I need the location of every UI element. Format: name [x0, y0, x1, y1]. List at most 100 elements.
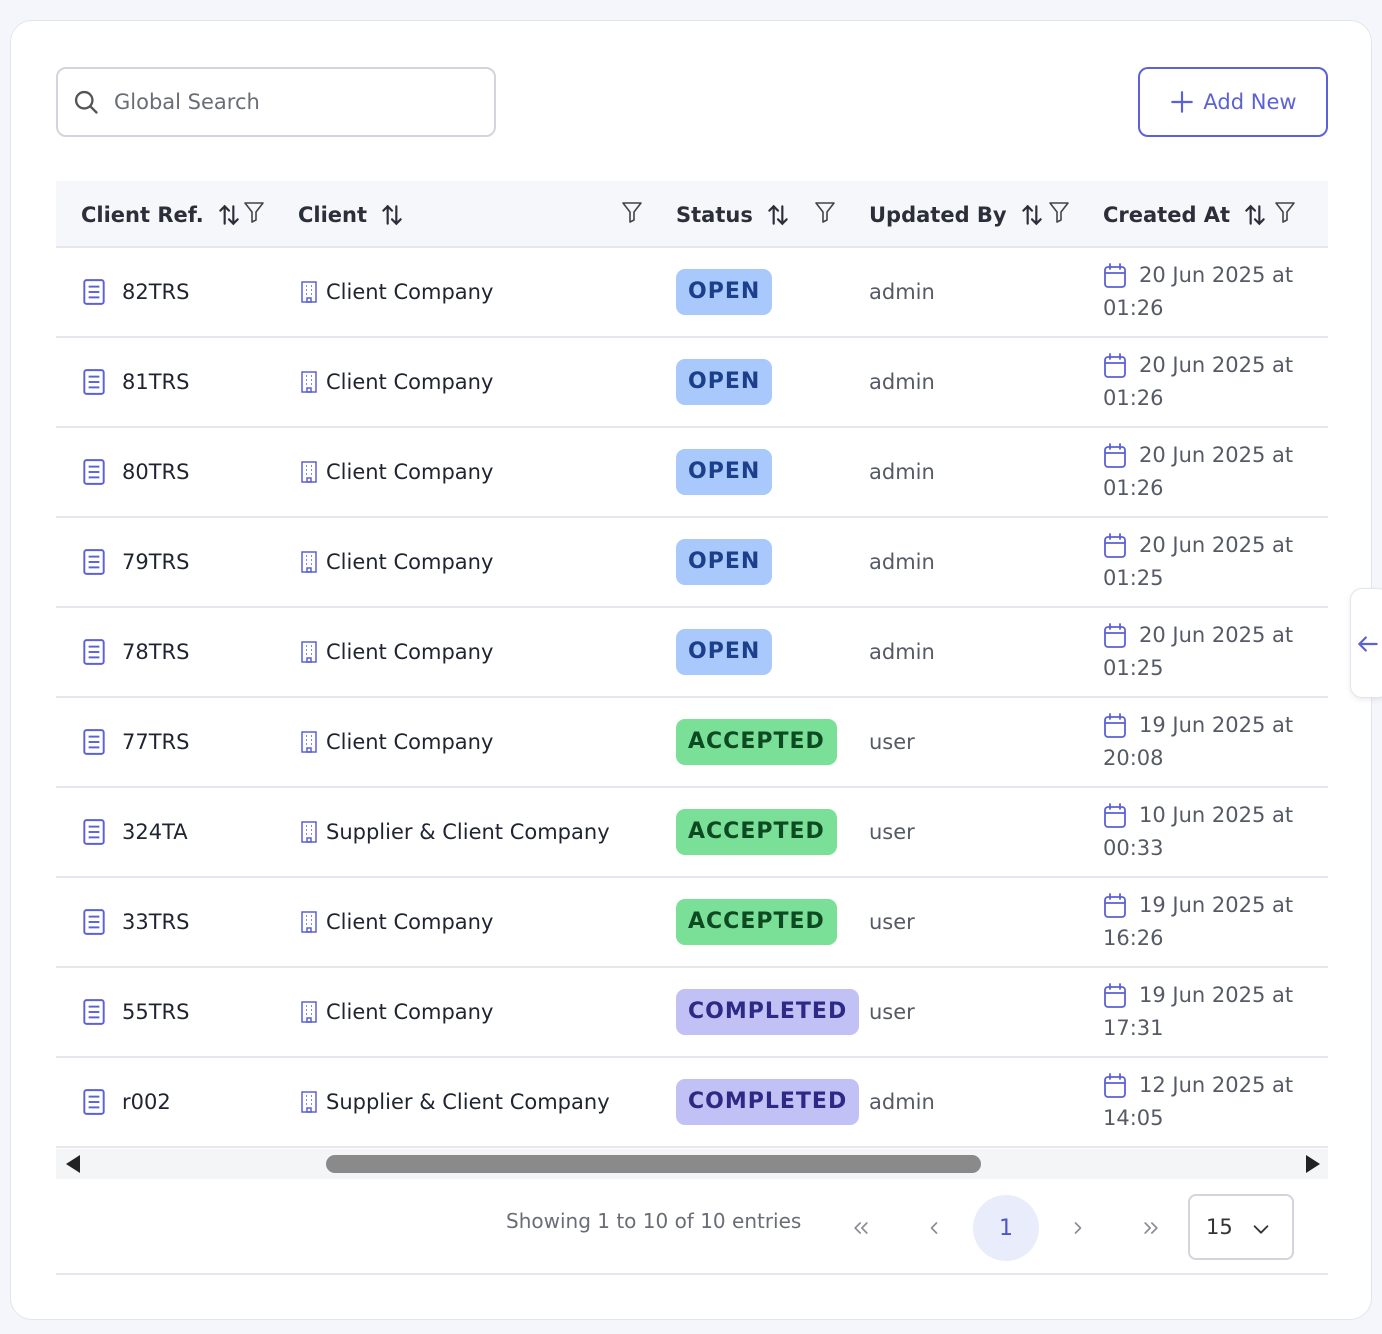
cell-client-ref: 79TRS — [81, 518, 189, 606]
column-header-status[interactable]: Status — [676, 181, 791, 248]
building-icon — [301, 461, 317, 483]
first-page-button[interactable] — [828, 1195, 894, 1261]
client-name-text: Supplier & Client Company — [326, 820, 610, 844]
cell-client: Client Company — [300, 878, 493, 966]
updated-by-text: user — [869, 1000, 915, 1024]
sort-icon[interactable] — [379, 202, 405, 228]
updated-by-text: admin — [869, 280, 935, 304]
side-panel-toggle[interactable] — [1350, 588, 1382, 698]
cell-client-ref: 78TRS — [81, 608, 189, 696]
table-row[interactable]: 78TRS Client Company OPEN admin 20 Jun 2025 … — [56, 608, 1328, 698]
scroll-right-arrow-icon[interactable] — [1306, 1155, 1320, 1173]
cell-client-ref: 81TRS — [81, 338, 189, 426]
column-header-client-ref[interactable]: Client Ref. — [81, 181, 242, 248]
created-date-text: 10 Jun 2025 at — [1139, 803, 1294, 827]
cell-status: OPEN — [676, 248, 773, 336]
column-label: Updated By — [869, 202, 1007, 227]
page-button-current[interactable]: 1 — [973, 1195, 1039, 1261]
filter-icon[interactable] — [813, 199, 837, 225]
client-name-text: Client Company — [326, 640, 494, 664]
cell-client: Supplier & Client Company — [300, 788, 610, 876]
next-page-button[interactable] — [1045, 1195, 1111, 1261]
building-icon — [301, 641, 317, 663]
sort-icon[interactable] — [1242, 202, 1268, 228]
filter-icon[interactable] — [1273, 199, 1297, 225]
filter-icon[interactable] — [242, 199, 266, 225]
last-page-button[interactable] — [1118, 1195, 1184, 1261]
cell-client-ref: 80TRS — [81, 428, 189, 516]
scrollbar-thumb[interactable] — [326, 1155, 981, 1173]
column-header-client[interactable]: Client — [298, 181, 405, 248]
created-date-line: 19 Jun 2025 at — [1103, 979, 1293, 1012]
data-table-card: Add New Client Ref. Client Status Update… — [10, 20, 1372, 1320]
building-icon — [301, 911, 317, 933]
status-badge: COMPLETED — [676, 989, 860, 1035]
table-row[interactable]: 81TRS Client Company OPEN admin 20 Jun 2025 … — [56, 338, 1328, 428]
cell-updated-by: admin — [869, 1058, 935, 1146]
cell-status: OPEN — [676, 608, 773, 696]
previous-page-button[interactable] — [901, 1195, 967, 1261]
cell-client-ref: 82TRS — [81, 248, 189, 336]
horizontal-scrollbar[interactable] — [56, 1149, 1328, 1179]
created-date-line: 19 Jun 2025 at — [1103, 889, 1293, 922]
cell-status: COMPLETED — [676, 1058, 860, 1146]
column-header-created-at[interactable]: Created At — [1103, 181, 1268, 248]
cell-status: OPEN — [676, 518, 773, 606]
column-label: Created At — [1103, 202, 1231, 227]
document-icon — [83, 819, 105, 845]
sort-icon[interactable] — [216, 202, 242, 228]
cell-created-at: 20 Jun 2025 at 01:25 — [1103, 518, 1293, 606]
filter-icon[interactable] — [620, 199, 644, 225]
rows-per-page-select[interactable]: 15 — [1188, 1194, 1294, 1260]
table-row[interactable]: 82TRS Client Company OPEN admin 20 Jun 2025 … — [56, 248, 1328, 338]
sort-icon[interactable] — [1019, 202, 1045, 228]
table-row[interactable]: 77TRS Client Company ACCEPTED user 19 Jun 20… — [56, 698, 1328, 788]
cell-updated-by: user — [869, 788, 915, 876]
sort-icon[interactable] — [765, 202, 791, 228]
search-icon — [74, 90, 98, 114]
filter-icon[interactable] — [1047, 199, 1071, 225]
created-date-line: 20 Jun 2025 at — [1103, 619, 1293, 652]
created-date-text: 19 Jun 2025 at — [1139, 713, 1294, 737]
created-time-text: 01:25 — [1103, 566, 1164, 590]
table-row[interactable]: 324TA Supplier & Client Company ACCEPTED us… — [56, 788, 1328, 878]
document-icon — [83, 279, 105, 305]
document-icon — [83, 999, 105, 1025]
updated-by-text: user — [869, 730, 915, 754]
calendar-icon — [1104, 712, 1126, 738]
client-ref-text: 55TRS — [122, 1000, 190, 1024]
created-date-text: 19 Jun 2025 at — [1139, 983, 1294, 1007]
created-date-text: 20 Jun 2025 at — [1139, 533, 1294, 557]
client-ref-text: 82TRS — [122, 280, 190, 304]
status-badge: OPEN — [676, 629, 773, 675]
document-icon — [83, 1089, 105, 1115]
cell-created-at: 20 Jun 2025 at 01:25 — [1103, 608, 1293, 696]
building-icon — [301, 281, 317, 303]
search-input[interactable] — [114, 90, 474, 114]
table-row[interactable]: 79TRS Client Company OPEN admin 20 Jun 2025 … — [56, 518, 1328, 608]
status-badge: OPEN — [676, 539, 773, 585]
created-date-line: 10 Jun 2025 at — [1103, 799, 1293, 832]
client-ref-text: 78TRS — [122, 640, 190, 664]
table-row[interactable]: 80TRS Client Company OPEN admin 20 Jun 2025 … — [56, 428, 1328, 518]
global-search[interactable] — [56, 67, 496, 137]
created-date-text: 20 Jun 2025 at — [1139, 443, 1294, 467]
created-date-text: 20 Jun 2025 at — [1139, 623, 1294, 647]
add-new-button[interactable]: Add New — [1138, 67, 1328, 137]
calendar-icon — [1104, 532, 1126, 558]
column-header-updated-by[interactable]: Updated By — [869, 181, 1045, 248]
scroll-left-arrow-icon[interactable] — [66, 1155, 80, 1173]
document-icon — [83, 459, 105, 485]
table-row[interactable]: r002 Supplier & Client Company COMPLETED ad… — [56, 1058, 1328, 1148]
table-header: Client Ref. Client Status Updated By Cre… — [56, 181, 1328, 248]
table-row[interactable]: 33TRS Client Company ACCEPTED user 19 Jun 20… — [56, 878, 1328, 968]
client-ref-text: 80TRS — [122, 460, 190, 484]
table-row[interactable]: 55TRS Client Company COMPLETED user 19 Jun 2… — [56, 968, 1328, 1058]
cell-created-at: 20 Jun 2025 at 01:26 — [1103, 428, 1293, 516]
client-ref-text: r002 — [122, 1090, 171, 1114]
cell-client-ref: r002 — [81, 1058, 171, 1146]
created-time-text: 01:26 — [1103, 296, 1164, 320]
cell-client-ref: 33TRS — [81, 878, 189, 966]
calendar-icon — [1104, 802, 1126, 828]
created-date-line: 20 Jun 2025 at — [1103, 529, 1293, 562]
